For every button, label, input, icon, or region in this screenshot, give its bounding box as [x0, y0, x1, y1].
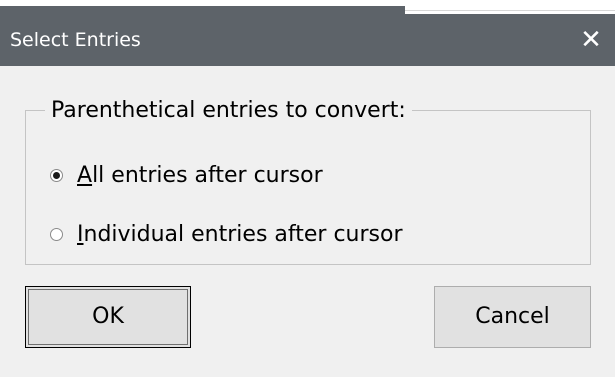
radio-individual-entries-label: Individual entries after cursor: [77, 222, 403, 247]
label-text: ll entries after cursor: [92, 162, 323, 188]
groupbox-legend: Parenthetical entries to convert:: [45, 96, 412, 126]
title-bar[interactable]: Select Entries ✕: [0, 14, 615, 66]
label-text: ndividual entries after cursor: [83, 221, 403, 247]
cancel-button[interactable]: Cancel: [434, 286, 591, 348]
radio-all-entries-label: All entries after cursor: [77, 163, 323, 188]
close-icon[interactable]: ✕: [567, 14, 615, 66]
top-edge-line: [405, 10, 615, 11]
top-edge-dark: [0, 6, 405, 14]
ok-button[interactable]: OK: [25, 286, 191, 348]
dialog-window: Select Entries ✕ Parenthetical entries t…: [0, 0, 615, 377]
dialog-title: Select Entries: [10, 29, 141, 51]
window-top-edge: [0, 0, 615, 14]
mnemonic-letter: A: [77, 162, 93, 188]
radio-all-entries[interactable]: All entries after cursor: [50, 160, 323, 190]
radio-button-unchecked[interactable]: [50, 227, 63, 241]
radio-button-checked[interactable]: [50, 168, 63, 182]
radio-individual-entries[interactable]: Individual entries after cursor: [50, 219, 403, 249]
